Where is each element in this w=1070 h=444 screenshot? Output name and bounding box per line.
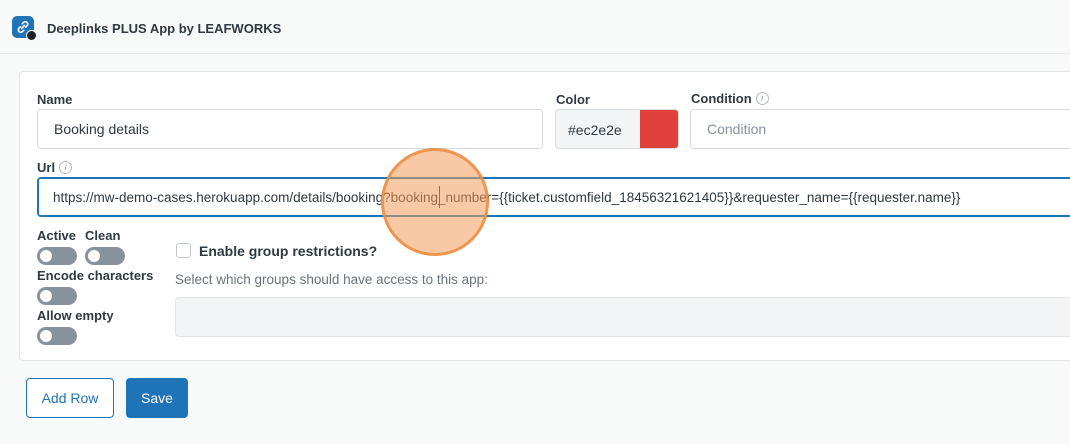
active-toggle[interactable] (37, 247, 77, 265)
group-restrictions-label[interactable]: Enable group restrictions? (199, 243, 377, 259)
name-label: Name (37, 92, 73, 107)
group-restrictions-hint: Select which groups should have access t… (175, 272, 488, 287)
encode-characters-toggle[interactable] (37, 287, 77, 305)
url-input[interactable]: https://mw-demo-cases.herokuapp.com/deta… (37, 177, 1070, 217)
info-icon[interactable]: i (755, 92, 769, 105)
add-row-button[interactable]: Add Row (26, 378, 114, 418)
link-icon (12, 16, 37, 41)
color-swatch[interactable] (640, 110, 678, 148)
encode-characters-label: Encode characters (37, 268, 154, 283)
clean-toggle[interactable] (85, 247, 125, 265)
color-hex-value: #ec2e2e (568, 122, 622, 138)
groups-select[interactable] (175, 297, 1070, 337)
name-input[interactable]: Booking details (37, 109, 543, 149)
color-input[interactable]: #ec2e2e (555, 109, 679, 149)
clean-label: Clean (85, 228, 121, 243)
condition-input[interactable]: Condition (690, 109, 1070, 149)
app-badge-icon (26, 30, 37, 41)
allow-empty-toggle[interactable] (37, 327, 77, 345)
info-icon[interactable]: i (59, 161, 73, 174)
app-header: Deeplinks PLUS App by LEAFWORKS (0, 0, 1070, 54)
group-restrictions-checkbox[interactable] (176, 243, 191, 258)
app-title: Deeplinks PLUS App by LEAFWORKS (47, 21, 282, 36)
allow-empty-label: Allow empty (37, 308, 114, 323)
color-label: Color (556, 92, 590, 107)
condition-label: Condition i (691, 91, 769, 106)
url-label: Url i (37, 160, 73, 175)
save-button[interactable]: Save (126, 378, 188, 418)
text-caret (439, 186, 440, 208)
active-label: Active (37, 228, 77, 243)
